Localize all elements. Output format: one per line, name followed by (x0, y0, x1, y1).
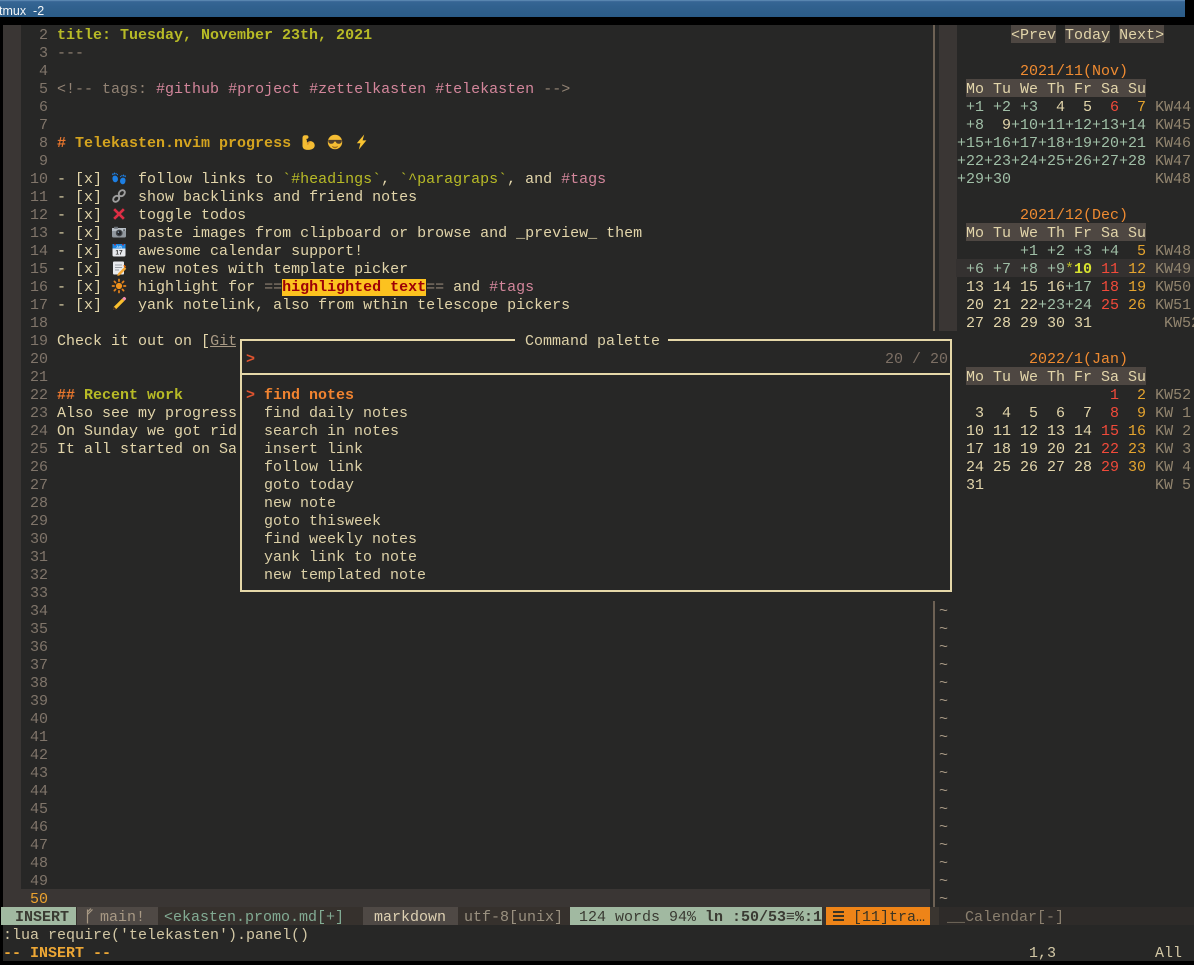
svg-text:July: July (116, 245, 122, 249)
svg-text:17: 17 (115, 250, 123, 257)
